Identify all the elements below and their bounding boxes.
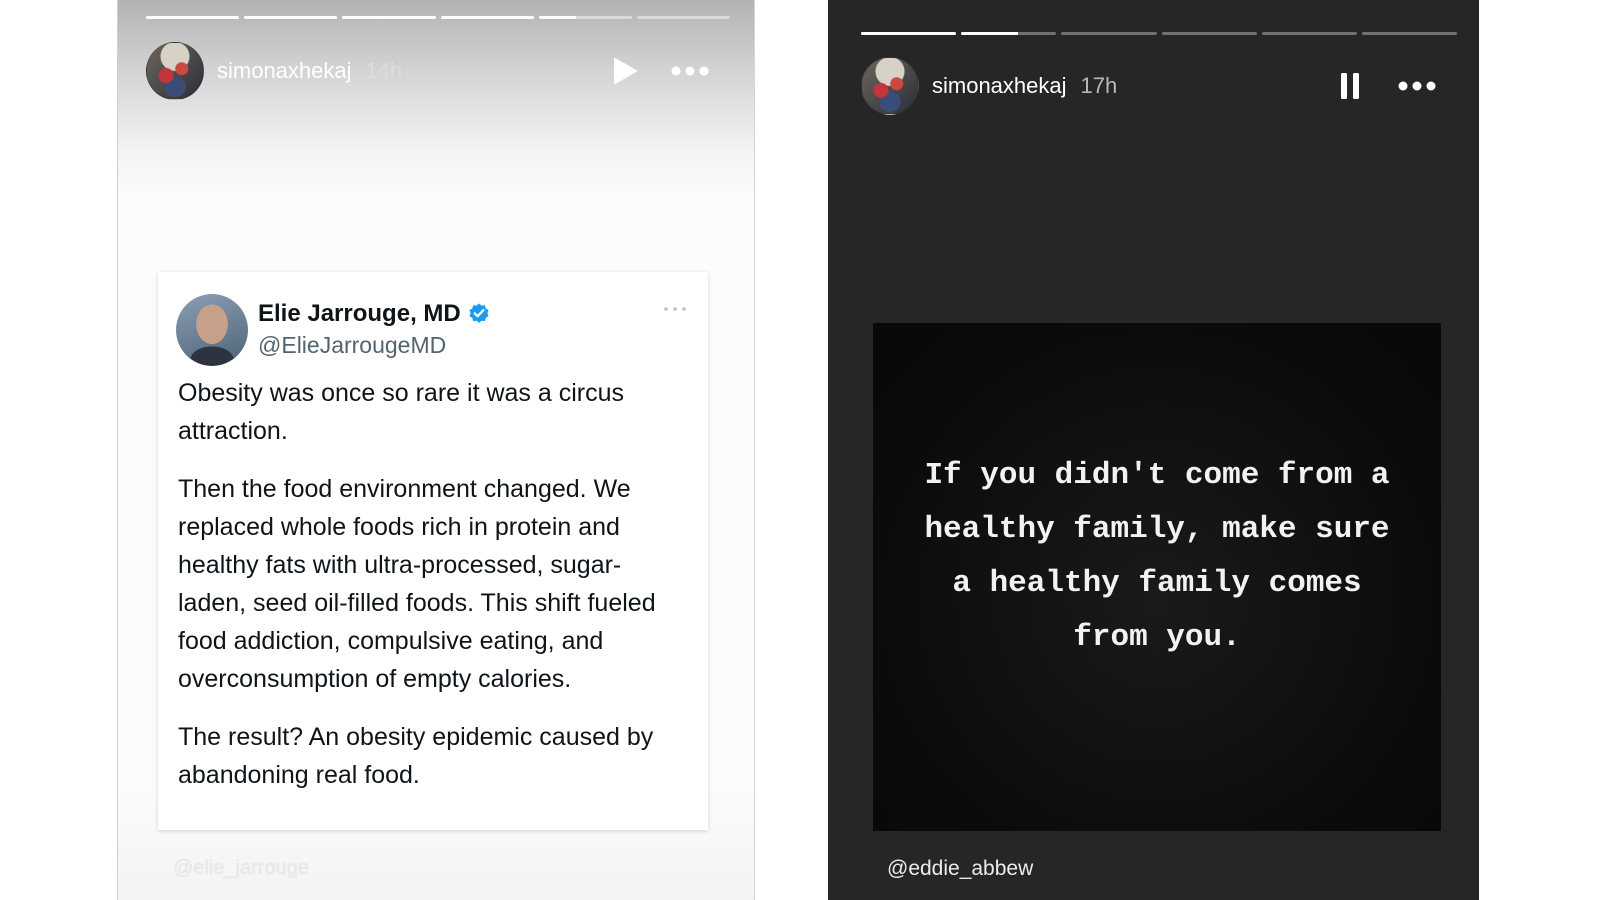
tweet-author-handle: @ElieJarrougeMD <box>258 332 447 358</box>
tweet-paragraph: The result? An obesity epidemic caused b… <box>178 723 654 789</box>
timestamp: 17h <box>1080 73 1118 98</box>
username[interactable]: simonaxhekaj <box>932 73 1067 99</box>
tweet-author-name: Elie Jarrouge, MD <box>258 300 461 327</box>
progress-segment <box>1361 32 1458 35</box>
username[interactable]: simonaxhekaj <box>217 58 352 84</box>
story-progress-bar <box>146 16 731 19</box>
tweet-paragraph: Obesity was once so rare it was a circus… <box>178 379 624 445</box>
avatar[interactable] <box>861 57 919 115</box>
tweet-author-row: Elie Jarrouge, MD <box>258 300 491 328</box>
tweet-text: Obesity was once so rare it was a circus… <box>178 374 678 814</box>
story-left[interactable]: simonaxhekaj 14h Elie Jarrouge, MD @Elie… <box>117 0 755 900</box>
tweet-author-avatar <box>176 294 248 366</box>
progress-segment <box>1061 32 1157 35</box>
progress-segment <box>342 16 436 19</box>
story-header: simonaxhekaj 14h <box>146 42 730 100</box>
story-progress-bar <box>861 32 1458 35</box>
tweet-paragraph: Then the food environment changed. We re… <box>178 475 656 693</box>
tweet-more-icon <box>664 307 686 311</box>
progress-segment <box>538 16 632 19</box>
more-options-button[interactable] <box>1395 71 1439 101</box>
verified-badge-icon <box>469 303 489 323</box>
story-right[interactable]: simonaxhekaj 17h If you didn't come from… <box>828 0 1479 900</box>
more-options-button[interactable] <box>668 56 712 86</box>
avatar[interactable] <box>146 42 204 100</box>
progress-segment <box>861 32 957 35</box>
pause-button[interactable] <box>1333 69 1367 103</box>
play-button[interactable] <box>608 54 642 88</box>
tweet-card: Elie Jarrouge, MD @ElieJarrougeMD Obesit… <box>158 272 708 830</box>
progress-segment <box>146 16 240 19</box>
quote-text: If you didn't come from a healthy family… <box>924 458 1390 655</box>
pause-icon <box>1341 73 1359 99</box>
timestamp: 14h <box>365 58 403 83</box>
progress-segment <box>440 16 534 19</box>
quote-image: If you didn't come from a healthy family… <box>873 323 1441 831</box>
progress-segment <box>636 16 731 19</box>
progress-segment <box>1261 32 1357 35</box>
play-icon <box>614 58 637 84</box>
story-header: simonaxhekaj 17h <box>861 57 1457 115</box>
progress-segment <box>1161 32 1257 35</box>
mention-tag[interactable]: @eddie_abbew <box>887 857 1033 881</box>
more-horizontal-icon <box>671 66 709 76</box>
progress-segment <box>961 32 1057 35</box>
source-watermark: @elie_jarrouge <box>173 857 309 879</box>
more-horizontal-icon <box>1398 81 1436 91</box>
progress-segment <box>244 16 338 19</box>
